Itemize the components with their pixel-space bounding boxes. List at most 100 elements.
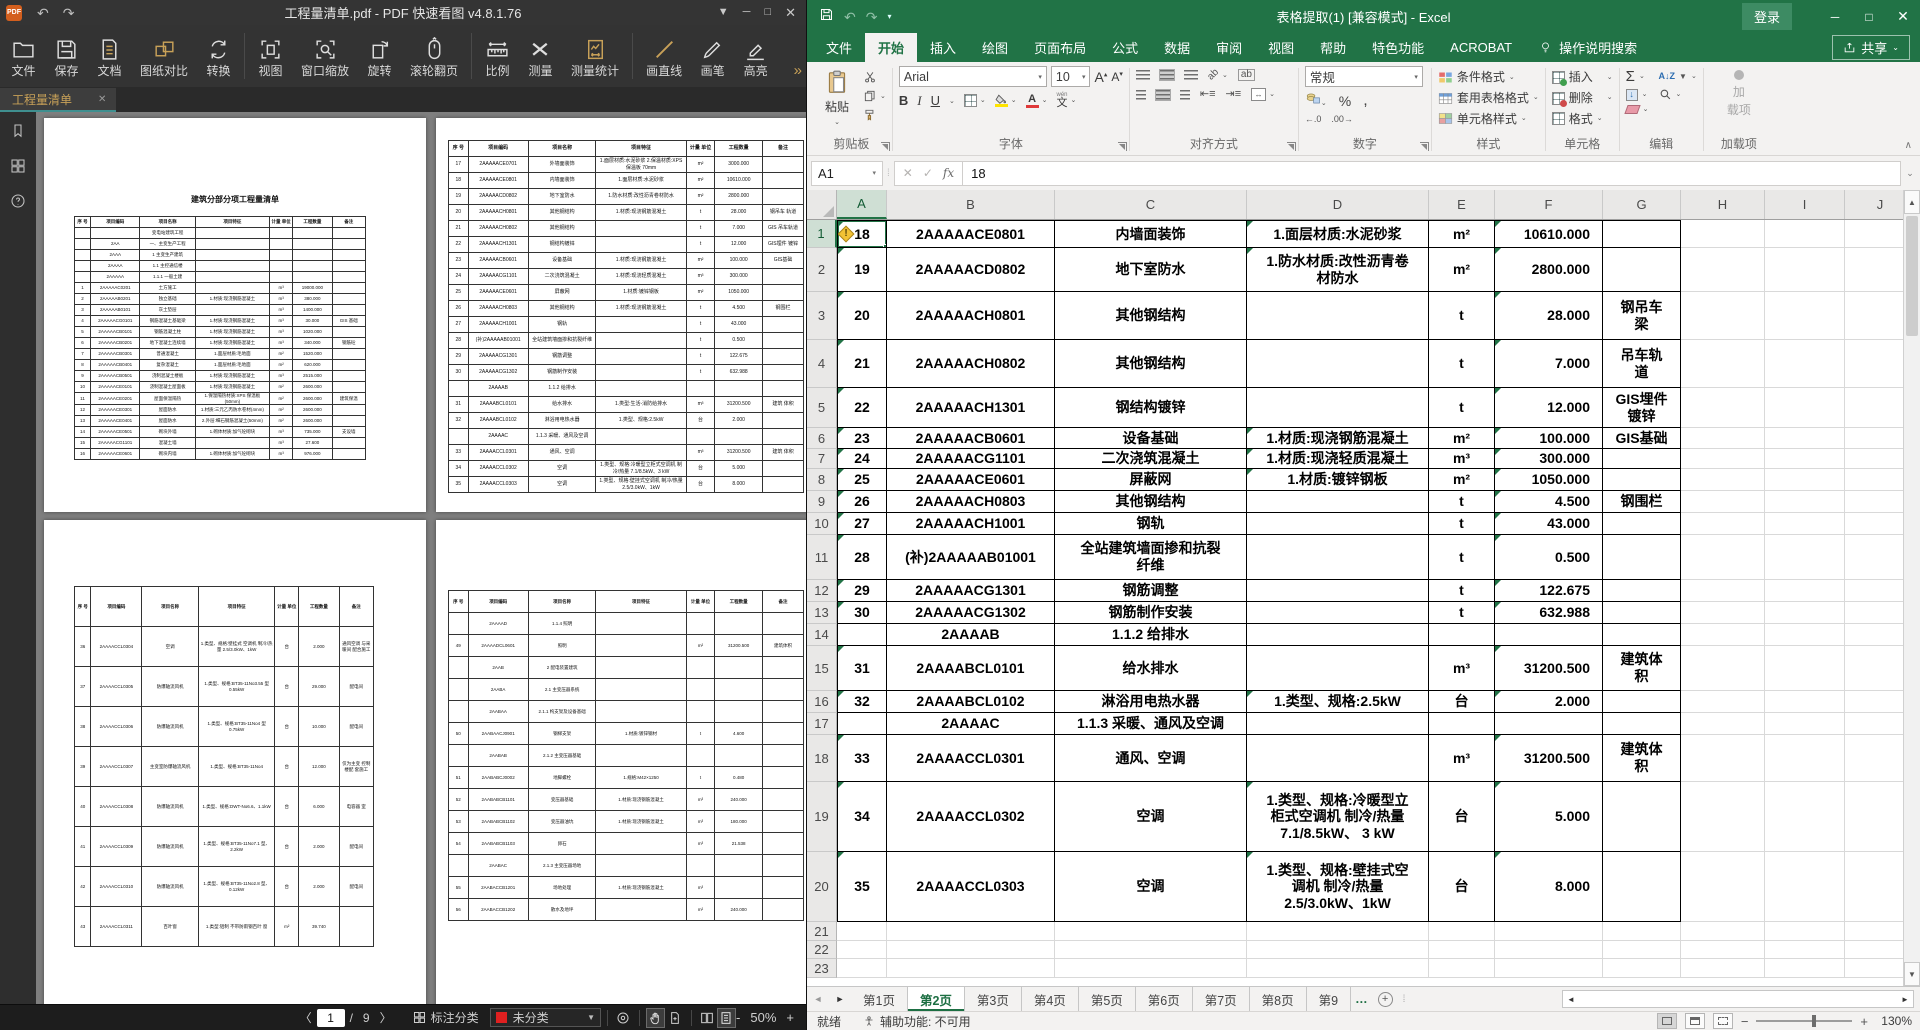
cell-C22[interactable]	[1055, 941, 1247, 959]
increase-decimal-icon[interactable]: ←.0	[1305, 115, 1322, 124]
cell-H1[interactable]	[1681, 220, 1765, 248]
cell-D22[interactable]	[1247, 941, 1429, 959]
cell-F17[interactable]	[1495, 713, 1603, 735]
row-header-2[interactable]: 2	[807, 248, 837, 292]
decrease-font-icon[interactable]: A▾	[1111, 71, 1123, 83]
ribbon-tab-绘图[interactable]: 绘图	[969, 33, 1021, 62]
cell-G19[interactable]	[1603, 782, 1681, 852]
vertical-scrollbar-thumb[interactable]	[1906, 216, 1918, 336]
pdf-canvas[interactable]: 建筑分部分项工程量清单序 号项目编码项目名称项目特征计量 单位工程数量备注变电站…	[36, 112, 806, 1004]
cell-C10[interactable]: 钢轨	[1055, 513, 1247, 535]
font-size-select[interactable]: 10▾	[1051, 66, 1091, 87]
cell-A1[interactable]: 18!	[837, 220, 887, 248]
pdf-tool-line[interactable]: 画直线	[637, 25, 691, 87]
cell-B11[interactable]: (补)2AAAAAB01001	[887, 535, 1055, 580]
cell-E20[interactable]: 台	[1429, 852, 1495, 922]
pdf-tool-winzoom[interactable]: 窗口缩放	[292, 25, 358, 87]
cell-C13[interactable]: 钢筋制作安装	[1055, 602, 1247, 624]
login-button[interactable]: 登录	[1742, 3, 1792, 30]
cell-E8[interactable]: m²	[1429, 469, 1495, 491]
align-top-icon[interactable]	[1136, 70, 1150, 80]
cell-E5[interactable]: t	[1429, 388, 1495, 428]
ribbon-tab-审阅[interactable]: 审阅	[1203, 33, 1255, 62]
cell-A21[interactable]	[837, 922, 887, 941]
cell-C3[interactable]: 其他钢结构	[1055, 292, 1247, 340]
cell-B23[interactable]	[887, 959, 1055, 978]
row-header-13[interactable]: 13	[807, 602, 837, 624]
cell-E12[interactable]: t	[1429, 580, 1495, 602]
cell-B16[interactable]: 2AAAABCL0102	[887, 691, 1055, 713]
cell-E15[interactable]: m³	[1429, 646, 1495, 691]
pdf-redo-icon[interactable]: ↷	[63, 6, 75, 20]
cell-H6[interactable]	[1681, 428, 1765, 449]
cell-B7[interactable]: 2AAAAACG1101	[887, 449, 1055, 469]
zoom-in-button[interactable]: +	[1860, 1015, 1868, 1028]
cell-G16[interactable]	[1603, 691, 1681, 713]
cell-I1[interactable]	[1765, 220, 1845, 248]
cell-I18[interactable]	[1765, 735, 1845, 782]
cell-B20[interactable]: 2AAAACCL0303	[887, 852, 1055, 922]
excel-maximize-button[interactable]: □	[1852, 10, 1886, 24]
cell-C4[interactable]: 其他钢结构	[1055, 340, 1247, 388]
col-header-E[interactable]: E	[1429, 190, 1495, 219]
cell-I19[interactable]	[1765, 782, 1845, 852]
cell-G13[interactable]	[1603, 602, 1681, 624]
cell-H23[interactable]	[1681, 959, 1765, 978]
ribbon-tab-帮助[interactable]: 帮助	[1307, 33, 1359, 62]
cell-E6[interactable]: m²	[1429, 428, 1495, 449]
cell-F13[interactable]: 632.988	[1495, 602, 1603, 624]
formula-input[interactable]: 18	[962, 161, 1901, 186]
cell-C5[interactable]: 钢结构镀锌	[1055, 388, 1247, 428]
cell-F21[interactable]	[1495, 922, 1603, 941]
cell-I10[interactable]	[1765, 513, 1845, 535]
decrease-indent-icon[interactable]: ⇤≡	[1200, 89, 1216, 100]
ribbon-tab-ACROBAT[interactable]: ACROBAT	[1437, 33, 1525, 62]
row-header-6[interactable]: 6	[807, 428, 837, 449]
cell-B8[interactable]: 2AAAAACE0601	[887, 469, 1055, 491]
cell-F19[interactable]: 5.000	[1495, 782, 1603, 852]
dialog-launcher-icon[interactable]	[1287, 142, 1296, 151]
col-header-C[interactable]: C	[1055, 190, 1247, 219]
cell-H16[interactable]	[1681, 691, 1765, 713]
cell-G11[interactable]	[1603, 535, 1681, 580]
cell-I7[interactable]	[1765, 449, 1845, 469]
row-header-19[interactable]: 19	[807, 782, 837, 852]
help-icon[interactable]	[9, 192, 27, 215]
pdf-tab-close-icon[interactable]: ✕	[98, 94, 106, 105]
addins-button[interactable]: 加 载项	[1717, 66, 1761, 122]
sheet-tab-第7页[interactable]: 第7页	[1193, 987, 1250, 1011]
pdf-tool-convert[interactable]: 转换	[197, 25, 240, 87]
redo-icon[interactable]: ↷	[866, 10, 878, 24]
cell-H11[interactable]	[1681, 535, 1765, 580]
page-layout-view-button[interactable]	[1685, 1013, 1705, 1029]
pdf-close-button[interactable]: ✕	[785, 6, 796, 19]
sheet-tab-第2页[interactable]: 第2页	[908, 987, 965, 1011]
row-header-20[interactable]: 20	[807, 852, 837, 922]
cell-G23[interactable]	[1603, 959, 1681, 978]
font-name-select[interactable]: Arial▾	[899, 66, 1047, 87]
align-middle-icon[interactable]	[1160, 70, 1174, 80]
pdf-tool-ruler[interactable]: 比例	[476, 25, 519, 87]
cell-G4[interactable]: 吊车轨 道	[1603, 340, 1681, 388]
cell-I6[interactable]	[1765, 428, 1845, 449]
row-header-22[interactable]: 22	[807, 941, 837, 959]
cell-D1[interactable]: 1.面层材质:水泥砂浆	[1247, 220, 1429, 248]
increase-indent-icon[interactable]: ⇥≡	[1226, 89, 1242, 100]
cell-A8[interactable]: 25	[837, 469, 887, 491]
insert-cells-button[interactable]: 插入⌄	[1552, 69, 1613, 86]
cell-F16[interactable]: 2.000	[1495, 691, 1603, 713]
sheet-nav-right-icon[interactable]: ►	[829, 987, 851, 1011]
cell-A9[interactable]: 26	[837, 491, 887, 513]
pdf-tool-wheel[interactable]: 滚轮翻页	[401, 25, 467, 87]
cell-H5[interactable]	[1681, 388, 1765, 428]
ribbon-tab-数据[interactable]: 数据	[1151, 33, 1203, 62]
cell-C20[interactable]: 空调	[1055, 852, 1247, 922]
pdf-tool-pen[interactable]: 画笔	[691, 25, 734, 87]
cell-G3[interactable]: 钢吊车 梁	[1603, 292, 1681, 340]
cell-C12[interactable]: 钢筋调整	[1055, 580, 1247, 602]
align-center-icon[interactable]	[1156, 90, 1170, 100]
fill-color-icon[interactable]: ⌄	[995, 94, 1017, 107]
page-thumbnails-icon[interactable]	[9, 157, 27, 180]
cell-G6[interactable]: GIS基础	[1603, 428, 1681, 449]
increase-font-icon[interactable]: A▴	[1094, 70, 1107, 84]
